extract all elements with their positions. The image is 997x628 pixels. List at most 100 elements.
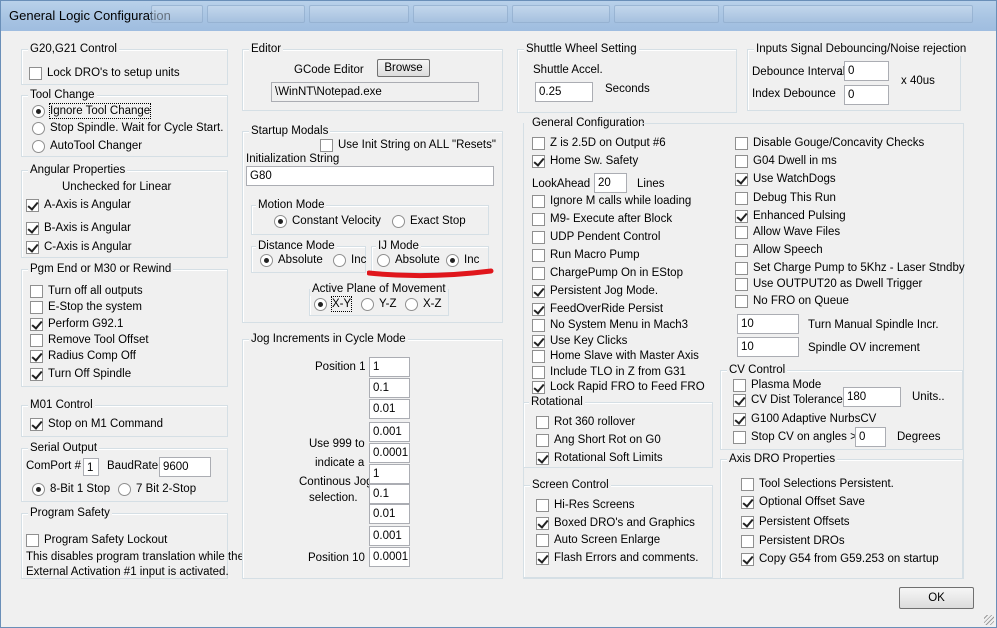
- radio-dot[interactable]: [333, 253, 346, 267]
- resize-grip[interactable]: [984, 615, 994, 625]
- checkbox-box[interactable]: [532, 248, 545, 262]
- persistent-jog-mode-checkbox[interactable]: Persistent Jog Mode.: [532, 284, 658, 298]
- cv-dist-input[interactable]: 180: [843, 387, 901, 407]
- jog-increment-input[interactable]: 0.1: [369, 484, 410, 504]
- lock-dros-checkbox[interactable]: Lock DRO's to setup units: [29, 66, 180, 80]
- checkbox-box[interactable]: [26, 198, 39, 212]
- checkbox-box[interactable]: [735, 261, 748, 275]
- checkbox-box[interactable]: [733, 378, 746, 392]
- boxed-dros-checkbox[interactable]: Boxed DRO's and Graphics: [536, 516, 695, 530]
- checkbox-box[interactable]: [532, 334, 545, 348]
- udp-pendent-control-checkbox[interactable]: UDP Pendent Control: [532, 230, 660, 244]
- use-init-string-checkbox[interactable]: Use Init String on ALL "Resets": [320, 138, 496, 152]
- checkbox-box[interactable]: [741, 495, 754, 509]
- jog-increment-input[interactable]: 1: [369, 357, 410, 377]
- checkbox-box[interactable]: [741, 534, 754, 548]
- radius-comp-off-checkbox[interactable]: Radius Comp Off: [30, 349, 136, 363]
- enhanced-pulsing-checkbox[interactable]: Enhanced Pulsing: [735, 209, 846, 223]
- b-axis-angular-checkbox[interactable]: B-Axis is Angular: [26, 221, 131, 235]
- checkbox-box[interactable]: [735, 277, 748, 291]
- checkbox-box[interactable]: [735, 154, 748, 168]
- rotational-soft-limits-checkbox[interactable]: Rotational Soft Limits: [536, 451, 663, 465]
- charge-pump-5khz-checkbox[interactable]: Set Charge Pump to 5Khz - Laser Stndby: [735, 261, 965, 275]
- title-bar[interactable]: General Logic Configuration: [1, 1, 996, 31]
- checkbox-box[interactable]: [733, 393, 746, 407]
- jog-increment-input[interactable]: 0.0001: [369, 443, 410, 463]
- checkbox-box[interactable]: [532, 284, 545, 298]
- persistent-dros-checkbox[interactable]: Persistent DROs: [741, 534, 845, 548]
- persistent-offsets-checkbox[interactable]: Persistent Offsets: [741, 515, 850, 529]
- radio-dot[interactable]: [260, 253, 273, 267]
- checkbox-box[interactable]: [532, 266, 545, 280]
- checkbox-box[interactable]: [532, 212, 545, 226]
- optional-offset-save-checkbox[interactable]: Optional Offset Save: [741, 495, 865, 509]
- checkbox-box[interactable]: [532, 349, 545, 363]
- checkbox-box[interactable]: [536, 516, 549, 530]
- checkbox-box[interactable]: [532, 136, 545, 150]
- checkbox-box[interactable]: [532, 230, 545, 244]
- jog-increment-input[interactable]: 0.0001: [369, 547, 410, 567]
- radio-7bit-2stop[interactable]: 7 Bit 2-Stop: [118, 482, 196, 496]
- checkbox-box[interactable]: [29, 66, 42, 80]
- radio-dot[interactable]: [274, 214, 287, 228]
- checkbox-box[interactable]: [532, 154, 545, 168]
- radio-exact-stop[interactable]: Exact Stop: [392, 214, 466, 228]
- checkbox-box[interactable]: [733, 412, 746, 426]
- run-macro-pump-checkbox[interactable]: Run Macro Pump: [532, 248, 639, 262]
- no-system-menu-checkbox[interactable]: No System Menu in Mach3: [532, 318, 688, 332]
- checkbox-box[interactable]: [26, 221, 39, 235]
- checkbox-box[interactable]: [536, 551, 549, 565]
- stop-on-m1-checkbox[interactable]: Stop on M1 Command: [30, 417, 163, 431]
- ignore-m-calls-checkbox[interactable]: Ignore M calls while loading: [532, 194, 691, 208]
- hi-res-screens-checkbox[interactable]: Hi-Res Screens: [536, 498, 635, 512]
- comport-input[interactable]: 1: [83, 458, 99, 476]
- program-safety-lockout-checkbox[interactable]: Program Safety Lockout: [26, 533, 167, 547]
- use-watchdogs-checkbox[interactable]: Use WatchDogs: [735, 172, 836, 186]
- checkbox-box[interactable]: [735, 243, 748, 257]
- m9-execute-after-block-checkbox[interactable]: M9- Execute after Block: [532, 212, 672, 226]
- jog-increment-input[interactable]: 0.001: [369, 526, 410, 546]
- checkbox-box[interactable]: [735, 191, 748, 205]
- checkbox-box[interactable]: [536, 415, 549, 429]
- radio-plane-xy[interactable]: X-Y: [314, 296, 353, 312]
- ok-button[interactable]: OK: [899, 587, 974, 609]
- g100-nurbscv-checkbox[interactable]: G100 Adaptive NurbsCV: [733, 412, 876, 426]
- radio-dot[interactable]: [314, 297, 327, 311]
- g04-dwell-ms-checkbox[interactable]: G04 Dwell in ms: [735, 154, 837, 168]
- jog-increment-input[interactable]: 0.001: [369, 422, 410, 442]
- ang-short-rot-checkbox[interactable]: Ang Short Rot on G0: [536, 433, 661, 447]
- radio-plane-xz[interactable]: X-Z: [405, 297, 442, 311]
- a-axis-angular-checkbox[interactable]: A-Axis is Angular: [26, 198, 131, 212]
- jog-increment-input[interactable]: 0.01: [369, 504, 410, 524]
- radio-dot[interactable]: [118, 482, 131, 496]
- checkbox-box[interactable]: [532, 365, 545, 379]
- radio-dot[interactable]: [392, 214, 405, 228]
- turn-off-spindle-checkbox[interactable]: Turn Off Spindle: [30, 367, 131, 381]
- turn-manual-spindle-input[interactable]: 10: [737, 314, 799, 334]
- radio-plane-yz[interactable]: Y-Z: [361, 297, 396, 311]
- checkbox-box[interactable]: [532, 194, 545, 208]
- checkbox-box[interactable]: [30, 300, 43, 314]
- checkbox-box[interactable]: [735, 209, 748, 223]
- output20-dwell-checkbox[interactable]: Use OUTPUT20 as Dwell Trigger: [735, 277, 922, 291]
- home-slave-master-checkbox[interactable]: Home Slave with Master Axis: [532, 349, 699, 363]
- c-axis-angular-checkbox[interactable]: C-Axis is Angular: [26, 240, 132, 254]
- perform-g921-checkbox[interactable]: Perform G92.1: [30, 317, 123, 331]
- radio-ignore-tool-change[interactable]: Ignore Tool Change: [32, 103, 152, 119]
- plasma-mode-checkbox[interactable]: Plasma Mode: [733, 378, 821, 392]
- jog-increment-input[interactable]: 0.1: [369, 378, 410, 398]
- spindle-ov-input[interactable]: 10: [737, 337, 799, 357]
- radio-constant-velocity[interactable]: Constant Velocity: [274, 214, 381, 228]
- checkbox-box[interactable]: [532, 380, 545, 394]
- estop-system-checkbox[interactable]: E-Stop the system: [30, 300, 142, 314]
- checkbox-box[interactable]: [741, 552, 754, 566]
- flash-errors-checkbox[interactable]: Flash Errors and comments.: [536, 551, 698, 565]
- no-fro-on-queue-checkbox[interactable]: No FRO on Queue: [735, 294, 849, 308]
- checkbox-box[interactable]: [30, 284, 43, 298]
- include-tlo-g31-checkbox[interactable]: Include TLO in Z from G31: [532, 365, 686, 379]
- debounce-interval-input[interactable]: 0: [844, 61, 889, 81]
- checkbox-box[interactable]: [532, 302, 545, 316]
- checkbox-box[interactable]: [30, 333, 43, 347]
- index-debounce-input[interactable]: 0: [844, 85, 889, 105]
- init-string-input[interactable]: G80: [246, 166, 494, 186]
